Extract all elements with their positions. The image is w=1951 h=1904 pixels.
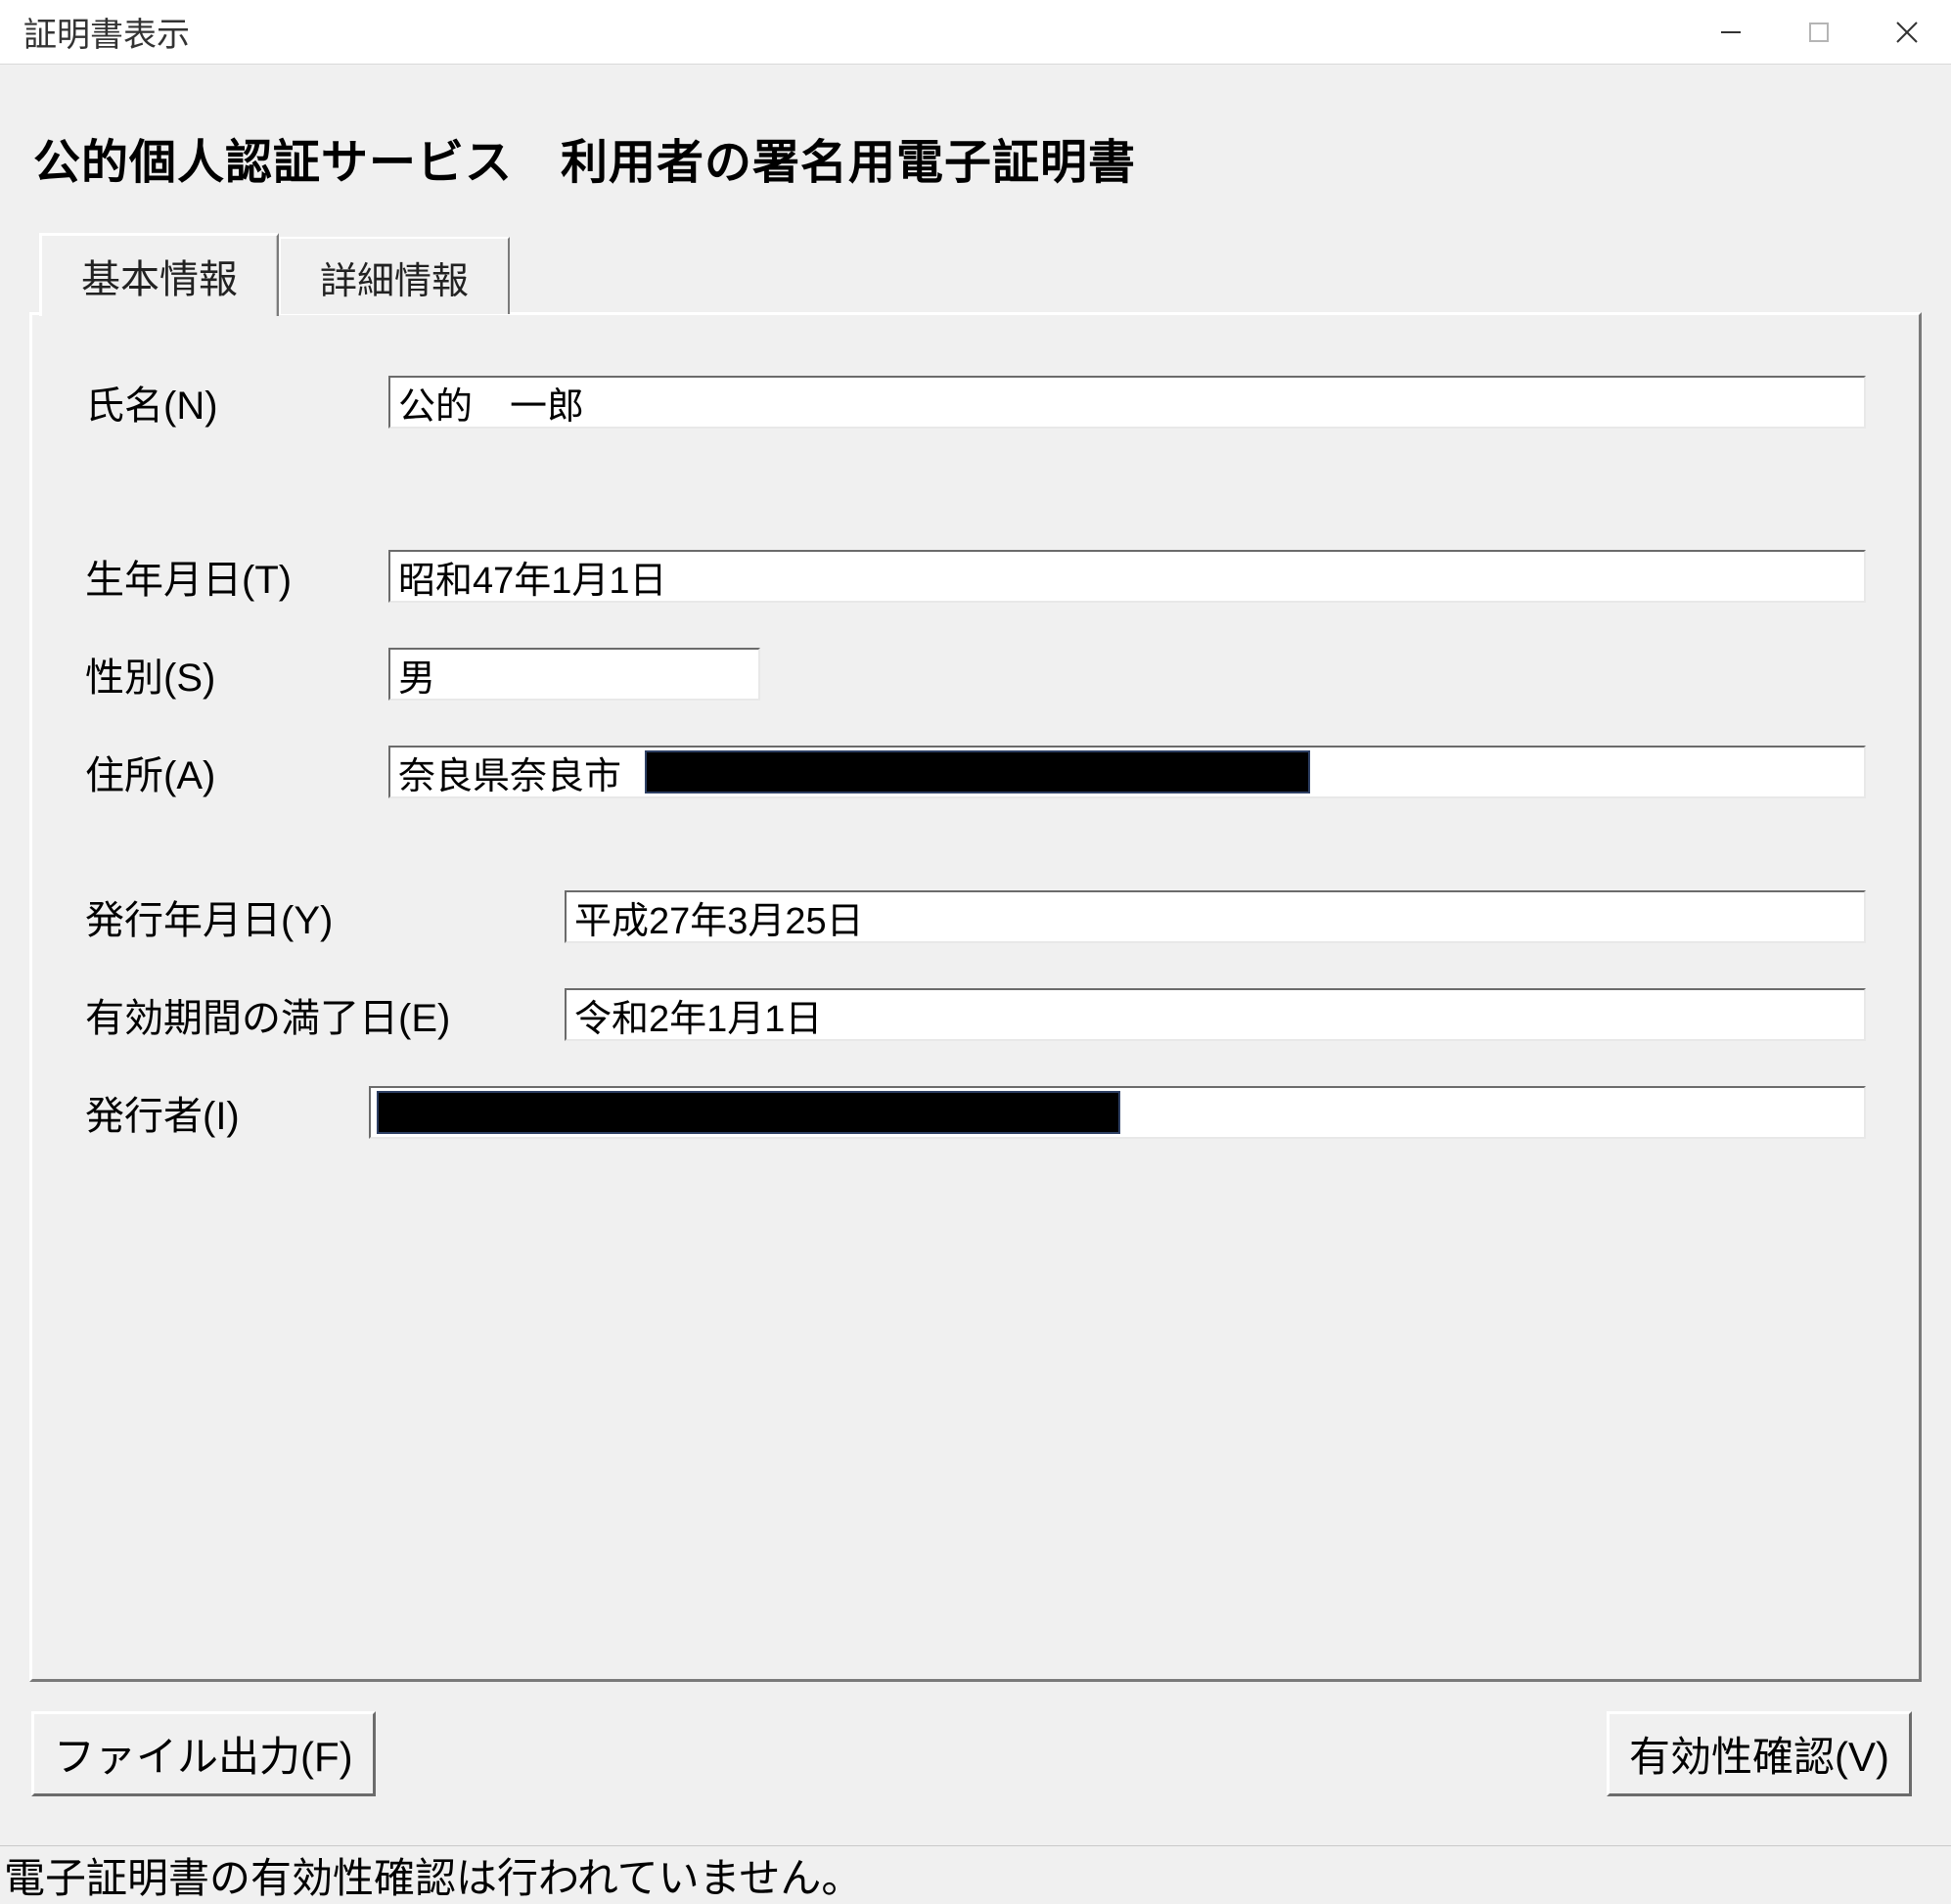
redaction-address — [645, 750, 1310, 793]
value-issue-date: 平成27年3月25日 — [574, 890, 864, 943]
label-expiry-date: 有効期間の満了日(E) — [85, 986, 565, 1043]
value-name: 公的 一郎 — [398, 376, 584, 429]
field-birthdate[interactable]: 昭和47年1月1日 — [388, 550, 1866, 603]
value-expiry-date: 令和2年1月1日 — [574, 988, 822, 1041]
label-gender: 性別(S) — [85, 646, 388, 703]
status-bar: 電子証明書の有効性確認は行われていません。 — [0, 1845, 1951, 1904]
bottom-toolbar: ファイル出力(F) 有効性確認(V) — [29, 1682, 1922, 1806]
value-birthdate: 昭和47年1月1日 — [398, 550, 667, 603]
basic-info-panel: 氏名(N) 公的 一郎 生年月日(T) 昭和47年1月1日 性別(S) 男 住所… — [29, 312, 1922, 1682]
minimize-button[interactable] — [1687, 0, 1775, 64]
status-text: 電子証明書の有効性確認は行われていません。 — [4, 1845, 862, 1904]
minimize-icon — [1717, 19, 1745, 46]
window-title: 証明書表示 — [23, 8, 1687, 56]
label-issue-date: 発行年月日(Y) — [85, 888, 565, 945]
maximize-icon — [1807, 21, 1831, 44]
field-address[interactable]: 奈良県奈良市 — [388, 746, 1866, 798]
close-icon — [1893, 19, 1921, 46]
label-issuer: 発行者(I) — [85, 1084, 369, 1141]
label-address: 住所(A) — [85, 744, 388, 800]
redaction-issuer — [377, 1091, 1120, 1134]
field-expiry-date[interactable]: 令和2年1月1日 — [565, 988, 1866, 1041]
field-issue-date[interactable]: 平成27年3月25日 — [565, 890, 1866, 943]
titlebar-controls — [1687, 0, 1951, 64]
field-gender[interactable]: 男 — [388, 648, 760, 701]
maximize-button — [1775, 0, 1863, 64]
label-birthdate: 生年月日(T) — [85, 548, 388, 605]
page-title: 公的個人認証サービス 利用者の署名用電子証明書 — [33, 123, 1922, 192]
label-name: 氏名(N) — [85, 374, 388, 431]
validate-button[interactable]: 有効性確認(V) — [1607, 1711, 1912, 1796]
field-name[interactable]: 公的 一郎 — [388, 376, 1866, 429]
value-gender: 男 — [398, 648, 435, 701]
certificate-window: 証明書表示 公的個人認証サービス 利用者の署名用電子証明書 基本情報 詳細情報 … — [0, 0, 1951, 1904]
tab-basic-info[interactable]: 基本情報 — [39, 233, 279, 316]
tab-detail-info[interactable]: 詳細情報 — [279, 237, 510, 314]
client-area: 公的個人認証サービス 利用者の署名用電子証明書 基本情報 詳細情報 氏名(N) … — [0, 65, 1951, 1845]
field-issuer[interactable] — [369, 1086, 1866, 1139]
titlebar: 証明書表示 — [0, 0, 1951, 65]
value-address: 奈良県奈良市 — [398, 746, 621, 798]
file-output-button[interactable]: ファイル出力(F) — [31, 1711, 376, 1796]
close-button[interactable] — [1863, 0, 1951, 64]
tab-strip: 基本情報 詳細情報 — [39, 231, 1922, 314]
